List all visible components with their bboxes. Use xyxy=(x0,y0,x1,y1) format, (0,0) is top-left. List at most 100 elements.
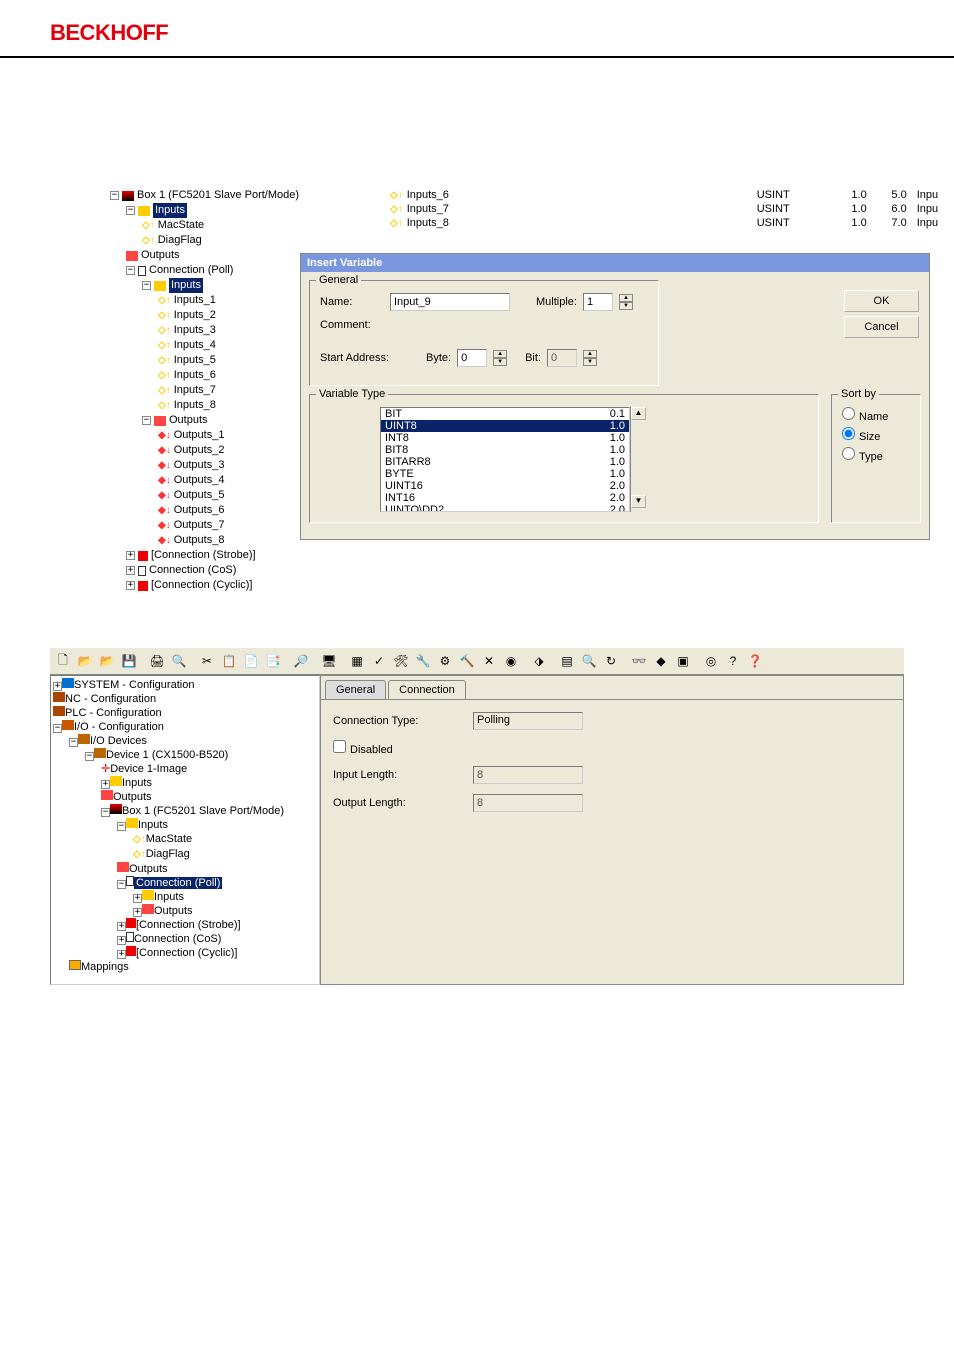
connection-type-label: Connection Type: xyxy=(333,715,473,727)
device-icon[interactable]: 🖥 xyxy=(319,651,339,671)
inputs-group-icon xyxy=(126,818,138,828)
connection-icon xyxy=(126,918,136,928)
expand-icon[interactable]: + xyxy=(126,581,135,590)
scroll-up-icon[interactable]: ▲ xyxy=(631,407,646,420)
expand-icon[interactable]: + xyxy=(101,780,110,789)
collapse-icon[interactable]: − xyxy=(117,822,126,831)
multiple-spinner[interactable]: ▲▼ xyxy=(619,294,633,310)
input-var-icon: ◇↑ xyxy=(142,218,155,233)
paste-icon[interactable]: 📄 xyxy=(241,651,261,671)
tree-node-inputs[interactable]: Inputs xyxy=(153,203,187,218)
find-icon[interactable]: 🔎 xyxy=(291,651,311,671)
byte-input[interactable] xyxy=(457,349,487,367)
tool7-icon[interactable]: ◉ xyxy=(501,651,521,671)
spin-down-icon[interactable]: ▼ xyxy=(619,302,633,310)
collapse-icon[interactable]: − xyxy=(117,880,126,889)
tool12-icon[interactable]: ◎ xyxy=(701,651,721,671)
expand-icon[interactable]: + xyxy=(126,551,135,560)
tool3-icon[interactable]: 🔧 xyxy=(413,651,433,671)
tree-node-inputs-poll[interactable]: Inputs xyxy=(169,278,203,293)
collapse-icon[interactable]: − xyxy=(142,281,151,290)
help2-icon[interactable]: ❓ xyxy=(745,651,765,671)
collapse-icon[interactable]: − xyxy=(69,738,78,747)
input-var-icon: ◇↑ xyxy=(158,398,171,413)
byte-label: Byte: xyxy=(426,352,451,364)
spin-up-icon[interactable]: ▲ xyxy=(493,350,507,358)
ok-button[interactable]: OK xyxy=(844,290,919,312)
spin-down-icon[interactable]: ▼ xyxy=(493,358,507,366)
group-sortby: Sort by xyxy=(838,388,879,400)
check-icon[interactable]: ✓ xyxy=(369,651,389,671)
zoom-icon[interactable]: 🔍 xyxy=(579,651,599,671)
expand-icon[interactable]: + xyxy=(117,950,126,959)
io-devices-icon xyxy=(78,734,90,744)
expand-icon[interactable]: + xyxy=(53,682,62,691)
input-var-icon: ◇↑ xyxy=(390,190,403,201)
tool1-icon[interactable]: ▦ xyxy=(347,651,367,671)
expand-icon[interactable]: + xyxy=(133,894,142,903)
expand-icon[interactable]: + xyxy=(117,922,126,931)
tool10-icon[interactable]: ◆ xyxy=(651,651,671,671)
scrollbar[interactable]: ▲▼ xyxy=(630,407,646,512)
expand-icon[interactable]: + xyxy=(126,566,135,575)
open2-icon[interactable]: 📂 xyxy=(97,651,117,671)
collapse-icon[interactable]: − xyxy=(53,724,62,733)
input-var-icon: ◇↑ xyxy=(158,323,171,338)
preview-icon[interactable]: 🔍 xyxy=(169,651,189,671)
spin-up-icon[interactable]: ▲ xyxy=(619,294,633,302)
tool11-icon[interactable]: ▣ xyxy=(673,651,693,671)
inputs-group-icon xyxy=(154,281,166,291)
connection-icon xyxy=(138,551,148,561)
open-icon[interactable]: 📂 xyxy=(75,651,95,671)
multiple-input[interactable] xyxy=(583,293,613,311)
figure-connection-panel: 🗋 📂 📂 💾 🖨 🔍 ✂ 📋 📄 📑 🔎 🖥 ▦ ✓ 🛠 🔧 ⚙ 🔨 ✕ xyxy=(50,648,904,988)
refresh-icon[interactable]: ↻ xyxy=(601,651,621,671)
input-var-icon: ◇↑ xyxy=(158,338,171,353)
bit-label: Bit: xyxy=(525,352,541,364)
sort-name-radio[interactable]: Name xyxy=(842,407,910,423)
tool2-icon[interactable]: 🛠 xyxy=(391,651,411,671)
name-input[interactable] xyxy=(390,293,510,311)
disabled-checkbox[interactable]: Disabled xyxy=(333,740,473,756)
output-length-label: Output Length: xyxy=(333,797,473,809)
tool4-icon[interactable]: ⚙ xyxy=(435,651,455,671)
tab-general[interactable]: General xyxy=(325,680,386,699)
help-icon[interactable]: ? xyxy=(723,651,743,671)
tool5-icon[interactable]: 🔨 xyxy=(457,651,477,671)
comment-label: Comment: xyxy=(320,319,384,331)
save-icon[interactable]: 💾 xyxy=(119,651,139,671)
outputs-group-icon xyxy=(117,862,129,872)
main-toolbar[interactable]: 🗋 📂 📂 💾 🖨 🔍 ✂ 📋 📄 📑 🔎 🖥 ▦ ✓ 🛠 🔧 ⚙ 🔨 ✕ xyxy=(50,648,904,675)
collapse-icon[interactable]: − xyxy=(126,266,135,275)
tab-connection[interactable]: Connection xyxy=(388,680,466,699)
tree-node-conn-poll[interactable]: Connection (Poll) xyxy=(134,877,222,889)
output-var-icon: ◆↓ xyxy=(158,428,171,443)
byte-spinner[interactable]: ▲▼ xyxy=(493,350,507,366)
tool6-icon[interactable]: ✕ xyxy=(479,651,499,671)
print-icon[interactable]: 🖨 xyxy=(147,651,167,671)
collapse-icon[interactable]: − xyxy=(101,808,110,817)
sort-type-radio[interactable]: Type xyxy=(842,447,910,463)
tree-view-2[interactable]: +SYSTEM - Configuration NC - Configurati… xyxy=(50,675,320,985)
input-var-icon: ◇↑ xyxy=(158,383,171,398)
copy-icon[interactable]: 📋 xyxy=(219,651,239,671)
collapse-icon[interactable]: − xyxy=(142,416,151,425)
cancel-button[interactable]: Cancel xyxy=(844,316,919,338)
paste2-icon[interactable]: 📑 xyxy=(263,651,283,671)
output-var-icon: ◆↓ xyxy=(158,473,171,488)
collapse-icon[interactable]: − xyxy=(126,206,135,215)
tool8-icon[interactable]: ⬗ xyxy=(529,651,549,671)
expand-icon[interactable]: + xyxy=(117,936,126,945)
expand-icon[interactable]: + xyxy=(133,908,142,917)
collapse-icon[interactable]: − xyxy=(85,752,94,761)
sort-size-radio[interactable]: Size xyxy=(842,427,910,443)
glasses-icon[interactable]: 👓 xyxy=(629,651,649,671)
scroll-down-icon[interactable]: ▼ xyxy=(631,495,646,508)
cut-icon[interactable]: ✂ xyxy=(197,651,217,671)
collapse-icon[interactable]: − xyxy=(110,191,119,200)
plc-icon xyxy=(53,706,65,716)
outputs-group-icon xyxy=(154,416,166,426)
new-icon[interactable]: 🗋 xyxy=(53,651,73,671)
type-listbox[interactable]: BIT0.1 UINT81.0 INT81.0 BIT81.0 BITARR81… xyxy=(380,407,630,512)
tool9-icon[interactable]: ▤ xyxy=(557,651,577,671)
